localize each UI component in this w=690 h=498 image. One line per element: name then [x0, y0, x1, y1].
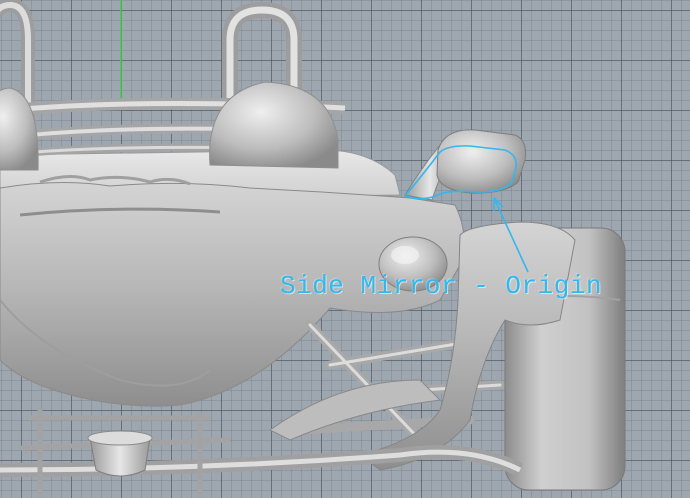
- pivot-mount: [87, 430, 153, 477]
- 3d-viewport[interactable]: Side Mirror - Origin: [0, 0, 690, 498]
- annotation-label: Side Mirror - Origin: [280, 271, 603, 301]
- side-mirror-model: [404, 129, 526, 201]
- car-model-render[interactable]: [0, 0, 690, 498]
